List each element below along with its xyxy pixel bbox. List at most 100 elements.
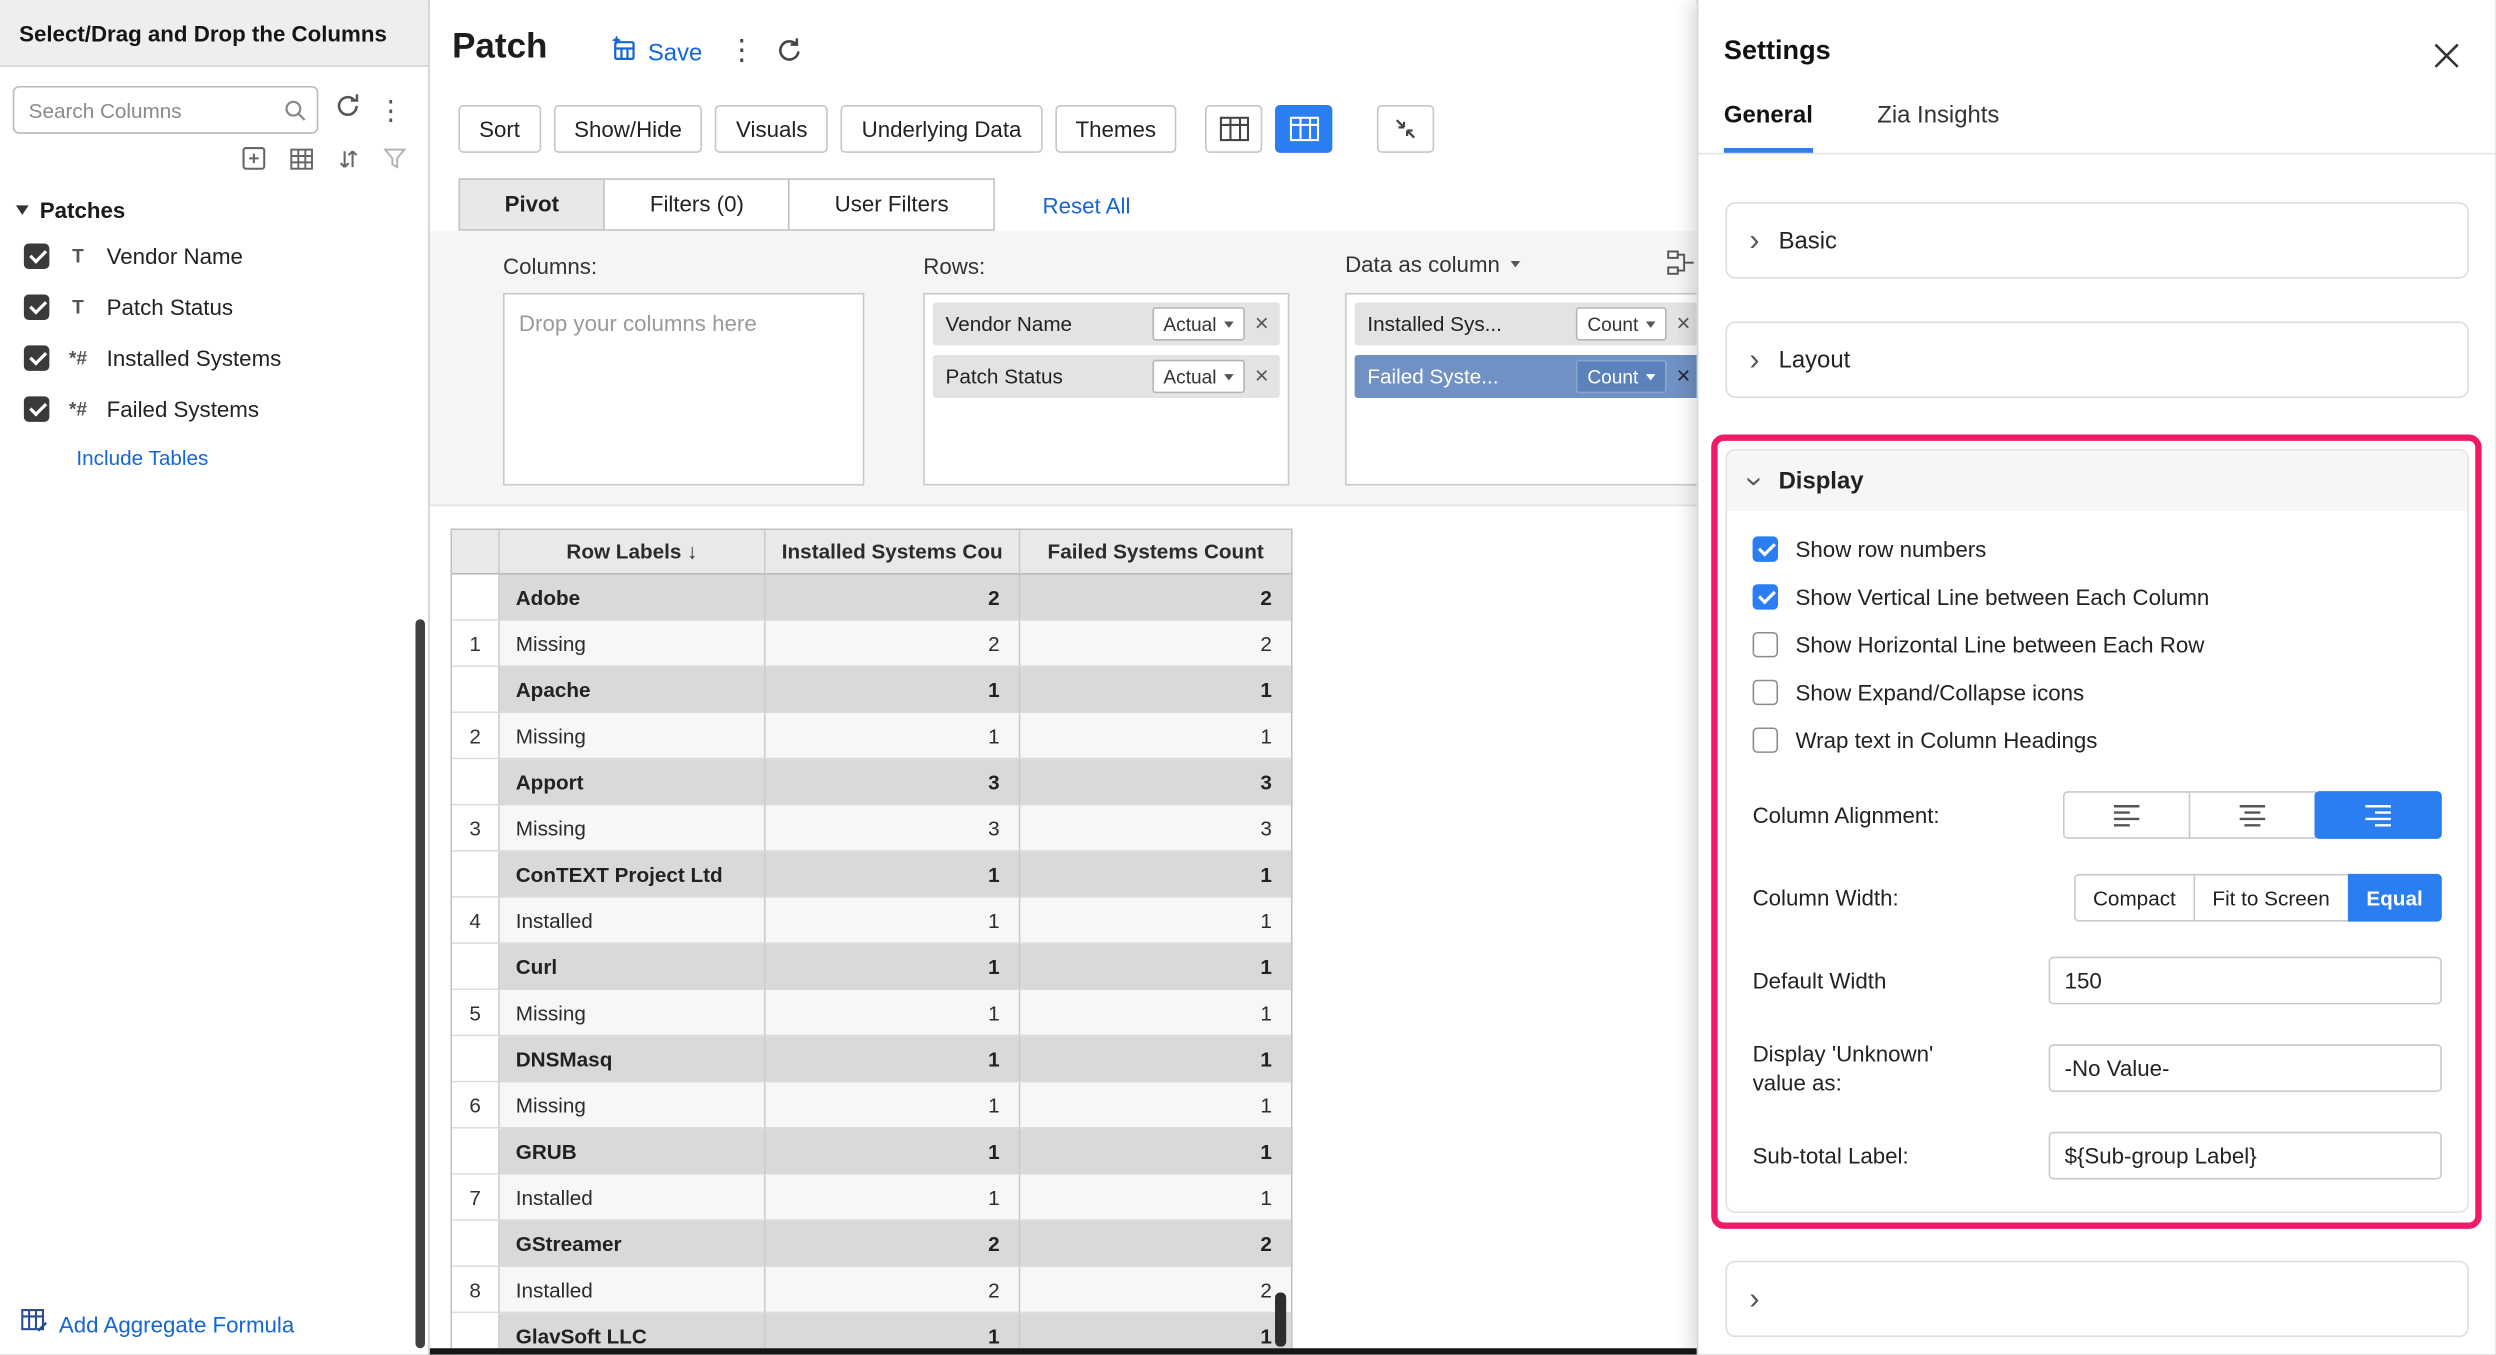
- display-option-row[interactable]: Show Horizontal Line between Each Row: [1753, 632, 2442, 657]
- table-view-button[interactable]: [1205, 105, 1262, 153]
- section-basic[interactable]: › Basic: [1726, 202, 2469, 278]
- value-cell[interactable]: 1: [766, 667, 1021, 713]
- search-columns-box[interactable]: [13, 86, 319, 134]
- row-label-cell[interactable]: Missing: [500, 713, 766, 759]
- row-label-cell[interactable]: Installed: [500, 898, 766, 944]
- value-cell[interactable]: 1: [766, 944, 1021, 990]
- column-header[interactable]: Installed Systems Cou: [766, 530, 1021, 575]
- value-cell[interactable]: 1: [766, 898, 1021, 944]
- value-cell[interactable]: 2: [766, 575, 1021, 621]
- column-width-option[interactable]: Equal: [2347, 874, 2442, 922]
- column-header[interactable]: Row Labels ↓: [500, 530, 766, 575]
- field-item[interactable]: T Vendor Name: [0, 231, 428, 282]
- value-cell[interactable]: 1: [1020, 990, 1291, 1036]
- align-left-button[interactable]: [2063, 791, 2190, 839]
- default-width-input[interactable]: [2049, 957, 2442, 1005]
- value-cell[interactable]: 3: [1020, 805, 1291, 851]
- patches-tree-toggle[interactable]: Patches: [0, 185, 428, 231]
- value-cell[interactable]: 1: [1020, 1082, 1291, 1128]
- remove-chip-icon[interactable]: ×: [1255, 365, 1269, 389]
- toolbar-button-show-hide[interactable]: Show/Hide: [553, 105, 702, 153]
- section-next-partial[interactable]: ›: [1726, 1261, 2469, 1337]
- row-label-cell[interactable]: ConTEXT Project Ltd: [500, 852, 766, 898]
- remove-chip-icon[interactable]: ×: [1677, 312, 1691, 336]
- row-label-cell[interactable]: GRUB: [500, 1129, 766, 1175]
- value-cell[interactable]: 3: [766, 759, 1021, 805]
- row-label-cell[interactable]: Apport: [500, 759, 766, 805]
- value-cell[interactable]: 2: [766, 621, 1021, 667]
- column-width-option[interactable]: Compact: [2074, 874, 2195, 922]
- value-cell[interactable]: 1: [1020, 898, 1291, 944]
- aggregate-select[interactable]: Count: [1576, 360, 1667, 393]
- columns-dropzone[interactable]: Drop your columns here: [503, 293, 864, 486]
- row-label-cell[interactable]: Missing: [500, 805, 766, 851]
- pivot-view-button[interactable]: [1275, 105, 1332, 153]
- refresh-icon[interactable]: [334, 92, 361, 127]
- field-checkbox[interactable]: [24, 396, 49, 421]
- search-columns-input[interactable]: [14, 88, 316, 133]
- row-label-cell[interactable]: Adobe: [500, 575, 766, 621]
- column-width-option[interactable]: Fit to Screen: [2193, 874, 2349, 922]
- subtotal-input[interactable]: [2049, 1132, 2442, 1180]
- unknown-value-input[interactable]: [2049, 1045, 2442, 1093]
- value-cell[interactable]: 2: [1020, 1267, 1291, 1313]
- sidebar-scrollbar[interactable]: [415, 619, 425, 1348]
- value-cell[interactable]: 1: [766, 713, 1021, 759]
- value-cell[interactable]: 1: [1020, 852, 1291, 898]
- display-option-row[interactable]: Wrap text in Column Headings: [1753, 727, 2442, 752]
- filter-columns-icon[interactable]: [384, 148, 406, 177]
- section-layout[interactable]: › Layout: [1726, 322, 2469, 398]
- aggregate-select[interactable]: Actual: [1152, 360, 1245, 393]
- row-label-cell[interactable]: DNSMasq: [500, 1036, 766, 1082]
- option-checkbox[interactable]: [1753, 536, 1778, 561]
- align-center-button[interactable]: [2189, 791, 2316, 839]
- value-cell[interactable]: 2: [766, 1267, 1021, 1313]
- value-cell[interactable]: 1: [766, 990, 1021, 1036]
- tab-pivot[interactable]: Pivot: [458, 178, 605, 231]
- column-header[interactable]: Failed Systems Count: [1020, 530, 1291, 575]
- option-checkbox[interactable]: [1753, 727, 1778, 752]
- tab-general[interactable]: General: [1724, 102, 1813, 153]
- data-layout-icon[interactable]: [1667, 250, 1696, 283]
- field-item[interactable]: *# Failed Systems: [0, 384, 428, 435]
- toolbar-button-visuals[interactable]: Visuals: [715, 105, 828, 153]
- row-label-cell[interactable]: Installed: [500, 1175, 766, 1221]
- aggregate-select[interactable]: Actual: [1152, 307, 1245, 340]
- option-checkbox[interactable]: [1753, 680, 1778, 705]
- save-button[interactable]: Save: [610, 35, 703, 70]
- aggregate-select[interactable]: Count: [1576, 307, 1667, 340]
- tab-zia-insights[interactable]: Zia Insights: [1877, 102, 1999, 148]
- value-cell[interactable]: 1: [766, 1129, 1021, 1175]
- value-cell[interactable]: 1: [1020, 713, 1291, 759]
- data-dropzone[interactable]: Installed Sys... Count × Failed Syste...…: [1345, 293, 1697, 486]
- row-label-cell[interactable]: Missing: [500, 621, 766, 667]
- tab-user-filters[interactable]: User Filters: [789, 178, 995, 231]
- option-checkbox[interactable]: [1753, 584, 1778, 609]
- row-chip-patch-status[interactable]: Patch Status Actual ×: [933, 355, 1280, 398]
- row-label-cell[interactable]: Curl: [500, 944, 766, 990]
- sidebar-more-icon[interactable]: ⋮: [377, 96, 404, 123]
- include-tables-link[interactable]: Include Tables: [76, 446, 428, 470]
- data-chip-failed-systems[interactable]: Failed Syste... Count ×: [1355, 355, 1697, 398]
- row-label-cell[interactable]: Missing: [500, 990, 766, 1036]
- data-as-column-dropdown[interactable]: Data as column: [1345, 252, 1521, 277]
- toolbar-button-underlying-data[interactable]: Underlying Data: [841, 105, 1042, 153]
- display-section-toggle[interactable]: › Display: [1727, 450, 2467, 510]
- field-checkbox[interactable]: [24, 294, 49, 319]
- tab-filters[interactable]: Filters (0): [604, 178, 790, 231]
- row-chip-vendor-name[interactable]: Vendor Name Actual ×: [933, 302, 1280, 345]
- value-cell[interactable]: 1: [766, 1082, 1021, 1128]
- value-cell[interactable]: 3: [1020, 759, 1291, 805]
- option-checkbox[interactable]: [1753, 632, 1778, 657]
- display-option-row[interactable]: Show row numbers: [1753, 536, 2442, 561]
- value-cell[interactable]: 1: [766, 1036, 1021, 1082]
- value-cell[interactable]: 2: [1020, 575, 1291, 621]
- table-vertical-scrollbar[interactable]: [1275, 1293, 1286, 1347]
- value-cell[interactable]: 1: [1020, 667, 1291, 713]
- add-aggregate-link[interactable]: Add Aggregate Formula: [59, 1311, 294, 1336]
- field-item[interactable]: *# Installed Systems: [0, 333, 428, 384]
- value-cell[interactable]: 1: [766, 1175, 1021, 1221]
- row-label-cell[interactable]: Apache: [500, 667, 766, 713]
- value-cell[interactable]: 2: [1020, 1221, 1291, 1267]
- toolbar-button-sort[interactable]: Sort: [458, 105, 540, 153]
